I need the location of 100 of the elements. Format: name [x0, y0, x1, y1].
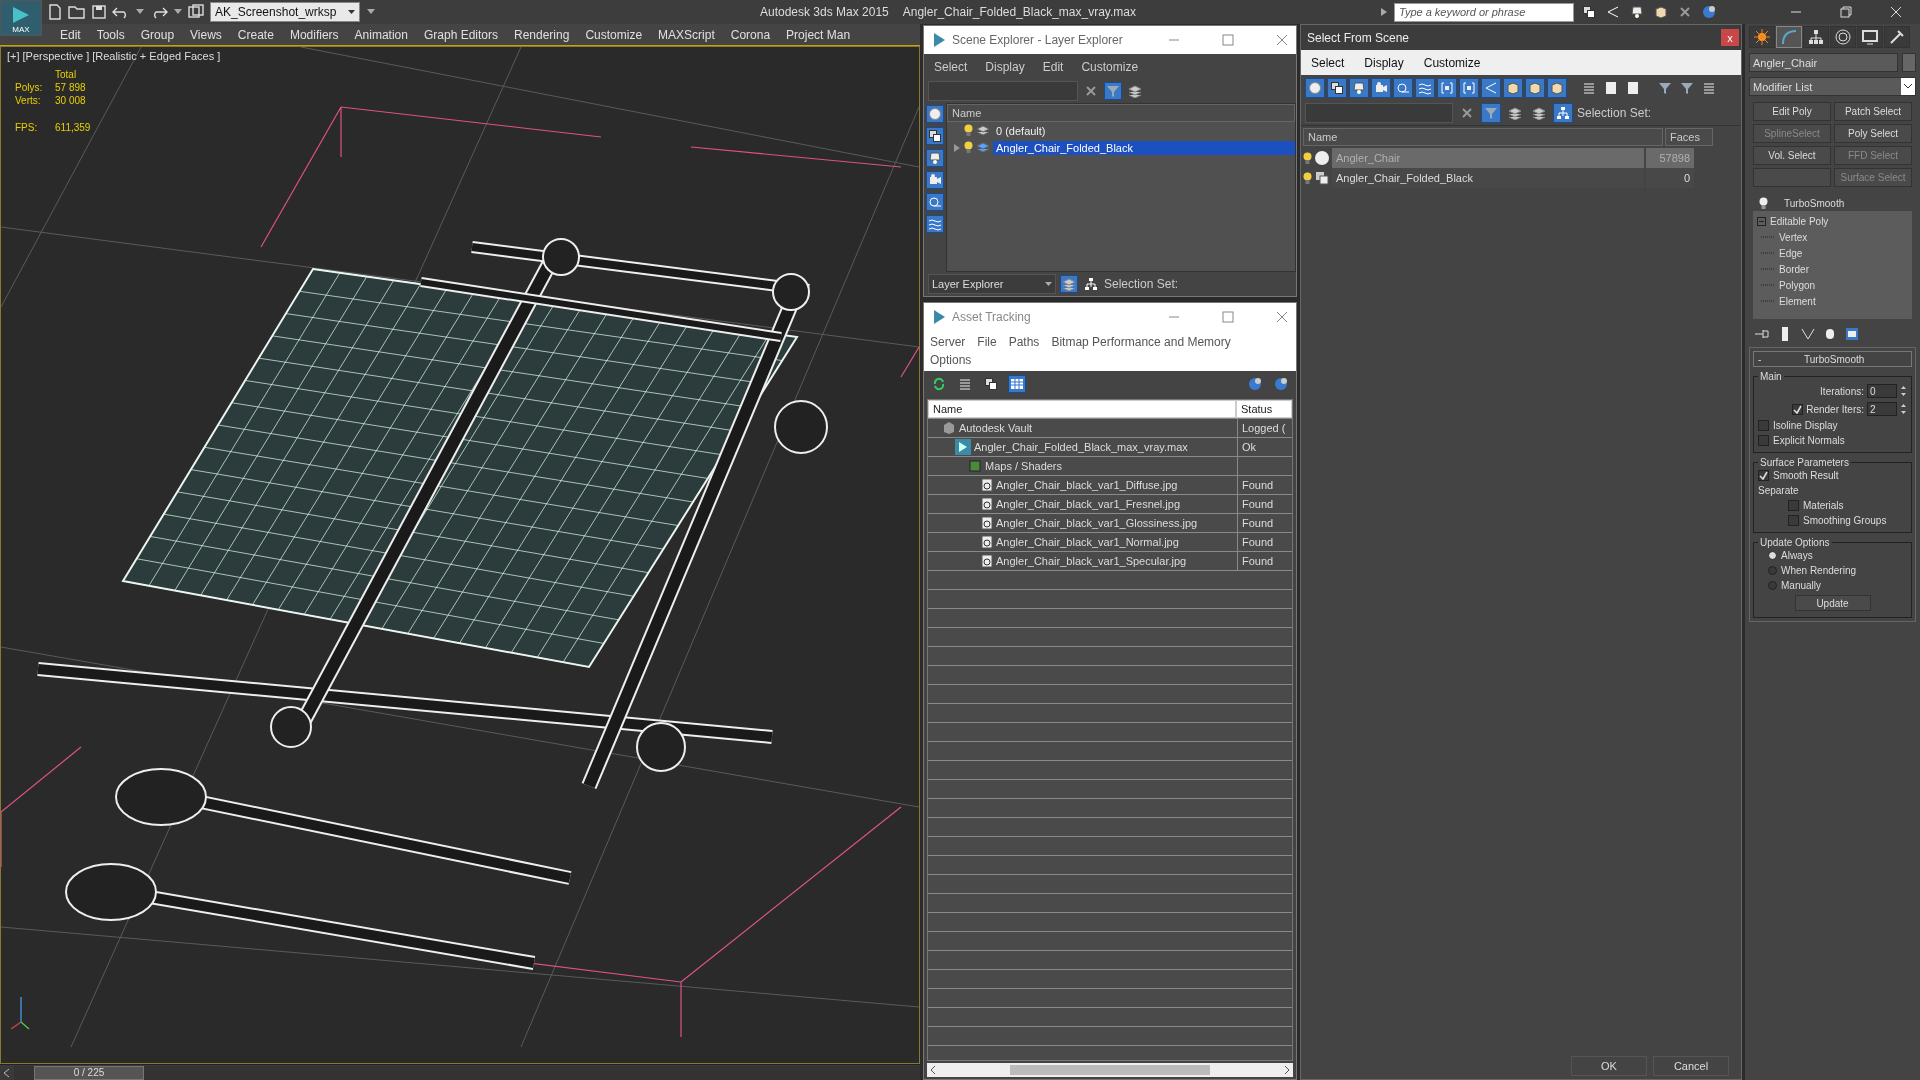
asset-name[interactable]: Autodesk Vault — [959, 421, 1033, 434]
asset-name[interactable]: Angler_Chair_Folded_Black_max_vray.max — [974, 440, 1188, 453]
menu-item[interactable]: Project Man — [778, 27, 859, 42]
menu-item[interactable]: Customize — [1423, 55, 1481, 70]
stack-item[interactable]: Editable Poly — [1770, 215, 1829, 227]
sub-object-item[interactable]: Element — [1779, 295, 1816, 307]
menu-item[interactable]: Edit — [1042, 59, 1064, 74]
layer-name[interactable]: Angler_Chair_Folded_Black — [993, 140, 1295, 155]
menu-item[interactable]: Tools — [88, 27, 133, 42]
menu-item[interactable]: Animation — [346, 27, 416, 42]
modifier-button[interactable]: Patch Select — [1834, 102, 1912, 121]
menu-item[interactable]: Display — [985, 59, 1025, 74]
viewport-label[interactable]: [+] — [7, 50, 20, 62]
menu-item[interactable]: Corona — [722, 27, 779, 42]
checkbox[interactable] — [1792, 403, 1804, 415]
search-field[interactable]: Type a keyword or phrase — [1394, 2, 1574, 22]
expand-arrow-icon[interactable] — [953, 142, 961, 153]
light-bulb-icon[interactable] — [1303, 171, 1312, 185]
app-menu-button[interactable]: MAX — [0, 0, 42, 36]
checkbox[interactable] — [1758, 470, 1769, 481]
sub-object-item[interactable]: Border — [1779, 263, 1809, 275]
help-icon[interactable] — [1272, 375, 1290, 393]
light-bulb-icon[interactable] — [964, 124, 973, 137]
rollout-header[interactable]: - TurboSmooth — [1753, 351, 1912, 367]
sphere-filter-icon[interactable] — [926, 105, 944, 123]
panel-tab[interactable] — [1884, 26, 1910, 48]
color-swatch[interactable] — [1902, 53, 1916, 72]
dialog-button[interactable]: Cancel — [1653, 1056, 1729, 1076]
asset-name[interactable]: Angler_Chair_black_var1_Fresnel.jpg — [996, 497, 1181, 510]
menu-item[interactable]: Customize — [577, 27, 651, 42]
layer-name[interactable]: 0 (default) — [993, 123, 1295, 138]
panel-tab[interactable] — [1830, 26, 1856, 48]
hierarchy-icon[interactable] — [1082, 275, 1100, 293]
caret-icon[interactable] — [174, 9, 182, 15]
waves-filter-icon[interactable] — [1415, 78, 1435, 98]
image-list-icon[interactable] — [982, 375, 1000, 393]
modifier-button[interactable]: Edit Poly — [1753, 102, 1831, 121]
column-header[interactable]: Faces — [1665, 128, 1713, 146]
menu-item[interactable]: Options — [930, 353, 972, 367]
horizontal-scrollbar[interactable] — [927, 1063, 1293, 1077]
search-field[interactable] — [1305, 103, 1453, 123]
modifier-name[interactable]: TurboSmooth — [1784, 197, 1845, 209]
folder-icon[interactable] — [68, 5, 86, 19]
menu-item[interactable]: Paths — [1008, 335, 1040, 349]
cube-filter-icon[interactable] — [1525, 78, 1545, 98]
viewport-label[interactable]: [Perspective ] — [22, 50, 90, 62]
asset-name[interactable]: Angler_Chair_black_var1_Specular.jpg — [996, 554, 1187, 567]
menu-item[interactable]: File — [977, 335, 997, 349]
modifier-button[interactable]: Poly Select — [1834, 124, 1912, 143]
hierarchy-icon[interactable] — [1553, 103, 1573, 123]
project-folder-icon[interactable] — [188, 4, 204, 20]
explorer-dropdown[interactable]: Layer Explorer — [928, 274, 1056, 294]
scroll-thumb[interactable] — [1010, 1065, 1210, 1075]
new-file-icon[interactable] — [48, 4, 62, 20]
asset-name[interactable]: Angler_Chair_black_var1_Diffuse.jpg — [996, 478, 1178, 491]
restore-icon[interactable] — [1840, 6, 1852, 18]
radio-button[interactable] — [1768, 566, 1777, 575]
menu-item[interactable]: MAXScript — [650, 27, 723, 42]
waves-filter-icon[interactable] — [926, 215, 944, 233]
asset-name[interactable]: Angler_Chair_black_var1_Glossiness.jpg — [996, 516, 1198, 529]
menu-item[interactable]: Display — [1364, 55, 1404, 70]
cube-filter-icon[interactable] — [1503, 78, 1523, 98]
menu-item[interactable]: Create — [229, 27, 282, 42]
help-icon[interactable] — [1246, 375, 1264, 393]
viewport-label[interactable]: [Realistic + Edged Faces ] — [92, 50, 221, 62]
branch-filter-icon[interactable] — [1481, 78, 1501, 98]
cube-filter-icon[interactable] — [1547, 78, 1567, 98]
checkbox[interactable] — [1758, 435, 1769, 446]
checkbox[interactable] — [1788, 515, 1799, 526]
workspace-dropdown[interactable]: AK_Screenshot_wrksp — [210, 2, 360, 22]
sub-object-item[interactable]: Polygon — [1779, 279, 1816, 291]
funnel-icon[interactable] — [1104, 82, 1122, 100]
radio-button[interactable] — [1768, 581, 1777, 590]
funnel-icon[interactable] — [1481, 103, 1501, 123]
spinner-arrows-icon[interactable] — [1900, 384, 1907, 398]
column-header[interactable]: Name — [947, 104, 1295, 122]
tape-filter-icon[interactable] — [926, 193, 944, 211]
column-header[interactable]: Name — [928, 400, 1236, 418]
menu-item[interactable]: Select — [934, 59, 968, 74]
modifier-list-dropdown[interactable]: Modifier List — [1749, 77, 1916, 96]
light-bulb-icon[interactable] — [1303, 151, 1312, 165]
menu-item[interactable]: Edit — [52, 27, 89, 42]
checkbox[interactable] — [1758, 420, 1769, 431]
time-slider-thumb[interactable]: 0 / 225 — [34, 1065, 144, 1080]
object-name-field[interactable]: Angler_Chair — [1749, 53, 1898, 72]
help-icon[interactable] — [1700, 3, 1718, 21]
menu-item[interactable]: Graph Editors — [415, 27, 506, 42]
menu-item[interactable]: Views — [182, 27, 230, 42]
asset-name[interactable]: Angler_Chair_black_var1_Normal.jpg — [996, 535, 1179, 548]
panel-tab[interactable] — [1803, 26, 1829, 48]
radio-button[interactable] — [1768, 551, 1777, 560]
close-icon[interactable] — [1276, 34, 1288, 46]
spinner-arrows-icon[interactable] — [1900, 402, 1907, 416]
close-icon[interactable] — [1276, 311, 1288, 323]
dialog-button[interactable]: OK — [1571, 1056, 1647, 1076]
column-header[interactable]: Name — [1303, 128, 1663, 146]
shapes-filter-icon[interactable] — [1327, 78, 1347, 98]
menu-item[interactable]: Select — [1311, 55, 1345, 70]
light-bulb-icon[interactable] — [1759, 196, 1768, 210]
collapse-icon[interactable] — [1757, 216, 1766, 226]
